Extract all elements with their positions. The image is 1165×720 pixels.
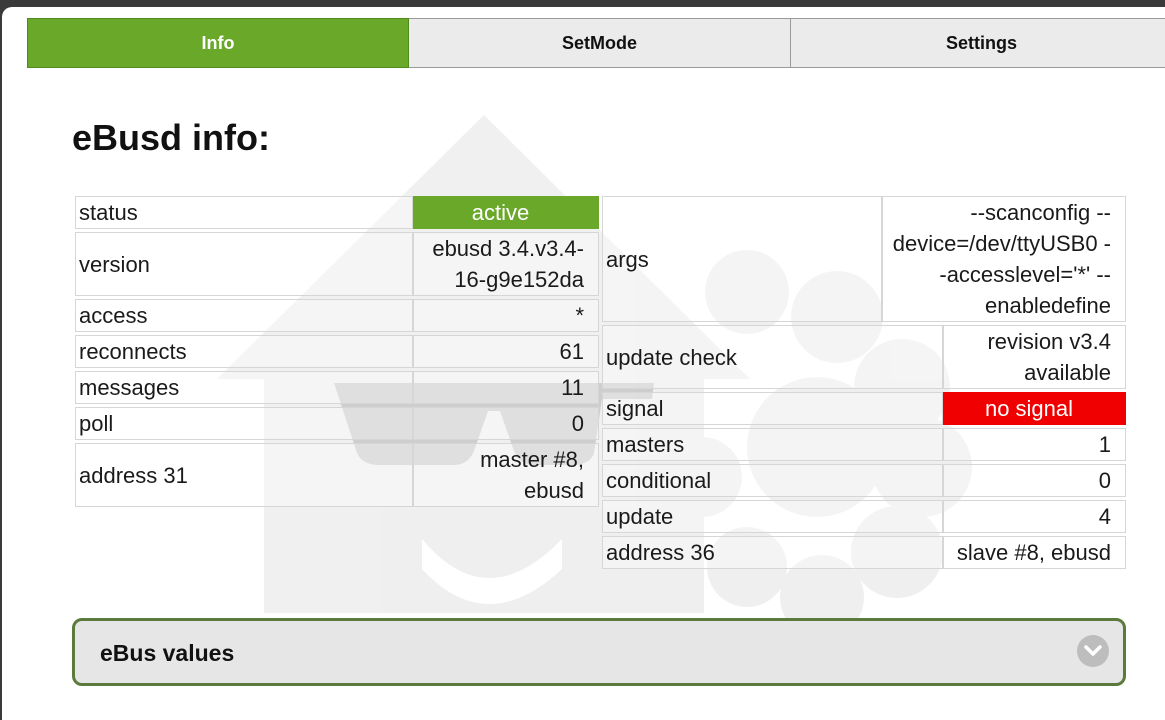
row-value: slave #8, ebusd	[943, 536, 1126, 569]
row-value: ebusd 3.4.v3.4-16-g9e152da	[413, 232, 599, 296]
row-value: 61	[413, 335, 599, 368]
row-key: status	[75, 196, 413, 229]
row-key: conditional	[602, 464, 943, 497]
row-value: 1	[943, 428, 1126, 461]
row-key: update	[602, 500, 943, 533]
row-value: --scanconfig --device=/dev/ttyUSB0 --acc…	[882, 196, 1126, 322]
table-row: address 36 slave #8, ebusd	[602, 536, 1126, 569]
row-value: revision v3.4 available	[943, 325, 1126, 389]
row-key: poll	[75, 407, 413, 440]
table-row: poll 0	[75, 407, 599, 440]
row-key: signal	[602, 392, 943, 425]
table-row: status active	[75, 196, 599, 229]
table-row: version ebusd 3.4.v3.4-16-g9e152da	[75, 232, 599, 296]
tab-setmode[interactable]: SetMode	[409, 18, 791, 68]
row-key: masters	[602, 428, 943, 461]
row-key: messages	[75, 371, 413, 404]
row-value: 0	[413, 407, 599, 440]
info-table-right: args --scanconfig --device=/dev/ttyUSB0 …	[602, 193, 1126, 572]
table-row: address 31 master #8, ebusd	[75, 443, 599, 507]
row-value: 11	[413, 371, 599, 404]
row-key: reconnects	[75, 335, 413, 368]
row-value: 4	[943, 500, 1126, 533]
table-row: conditional 0	[602, 464, 1126, 497]
table-row: signal no signal	[602, 392, 1126, 425]
panel-title: eBus values	[100, 640, 235, 666]
table-row: masters 1	[602, 428, 1126, 461]
row-key: access	[75, 299, 413, 332]
app-window: Info SetMode Settings eBusd info: status…	[2, 7, 1165, 720]
table-row: access *	[75, 299, 599, 332]
status-badge: active	[413, 196, 599, 229]
page-title: eBusd info:	[72, 117, 270, 158]
row-value: master #8, ebusd	[413, 443, 599, 507]
tab-settings[interactable]: Settings	[791, 18, 1165, 68]
tab-bar: Info SetMode Settings	[27, 18, 1165, 70]
table-row: messages 11	[75, 371, 599, 404]
row-value: *	[413, 299, 599, 332]
chevron-down-icon[interactable]	[1077, 635, 1109, 667]
row-key: update check	[602, 325, 943, 389]
table-row: update check revision v3.4 available	[602, 325, 1126, 389]
row-value: 0	[943, 464, 1126, 497]
table-row: args --scanconfig --device=/dev/ttyUSB0 …	[602, 196, 1126, 322]
info-table-left: status active version ebusd 3.4.v3.4-16-…	[75, 193, 599, 510]
tab-info[interactable]: Info	[27, 18, 409, 68]
row-key: address 36	[602, 536, 943, 569]
signal-badge: no signal	[943, 392, 1126, 425]
row-key: args	[602, 196, 882, 322]
table-row: update 4	[602, 500, 1126, 533]
row-key: version	[75, 232, 413, 296]
ebus-values-panel[interactable]: eBus values	[72, 618, 1126, 686]
row-key: address 31	[75, 443, 413, 507]
table-row: reconnects 61	[75, 335, 599, 368]
